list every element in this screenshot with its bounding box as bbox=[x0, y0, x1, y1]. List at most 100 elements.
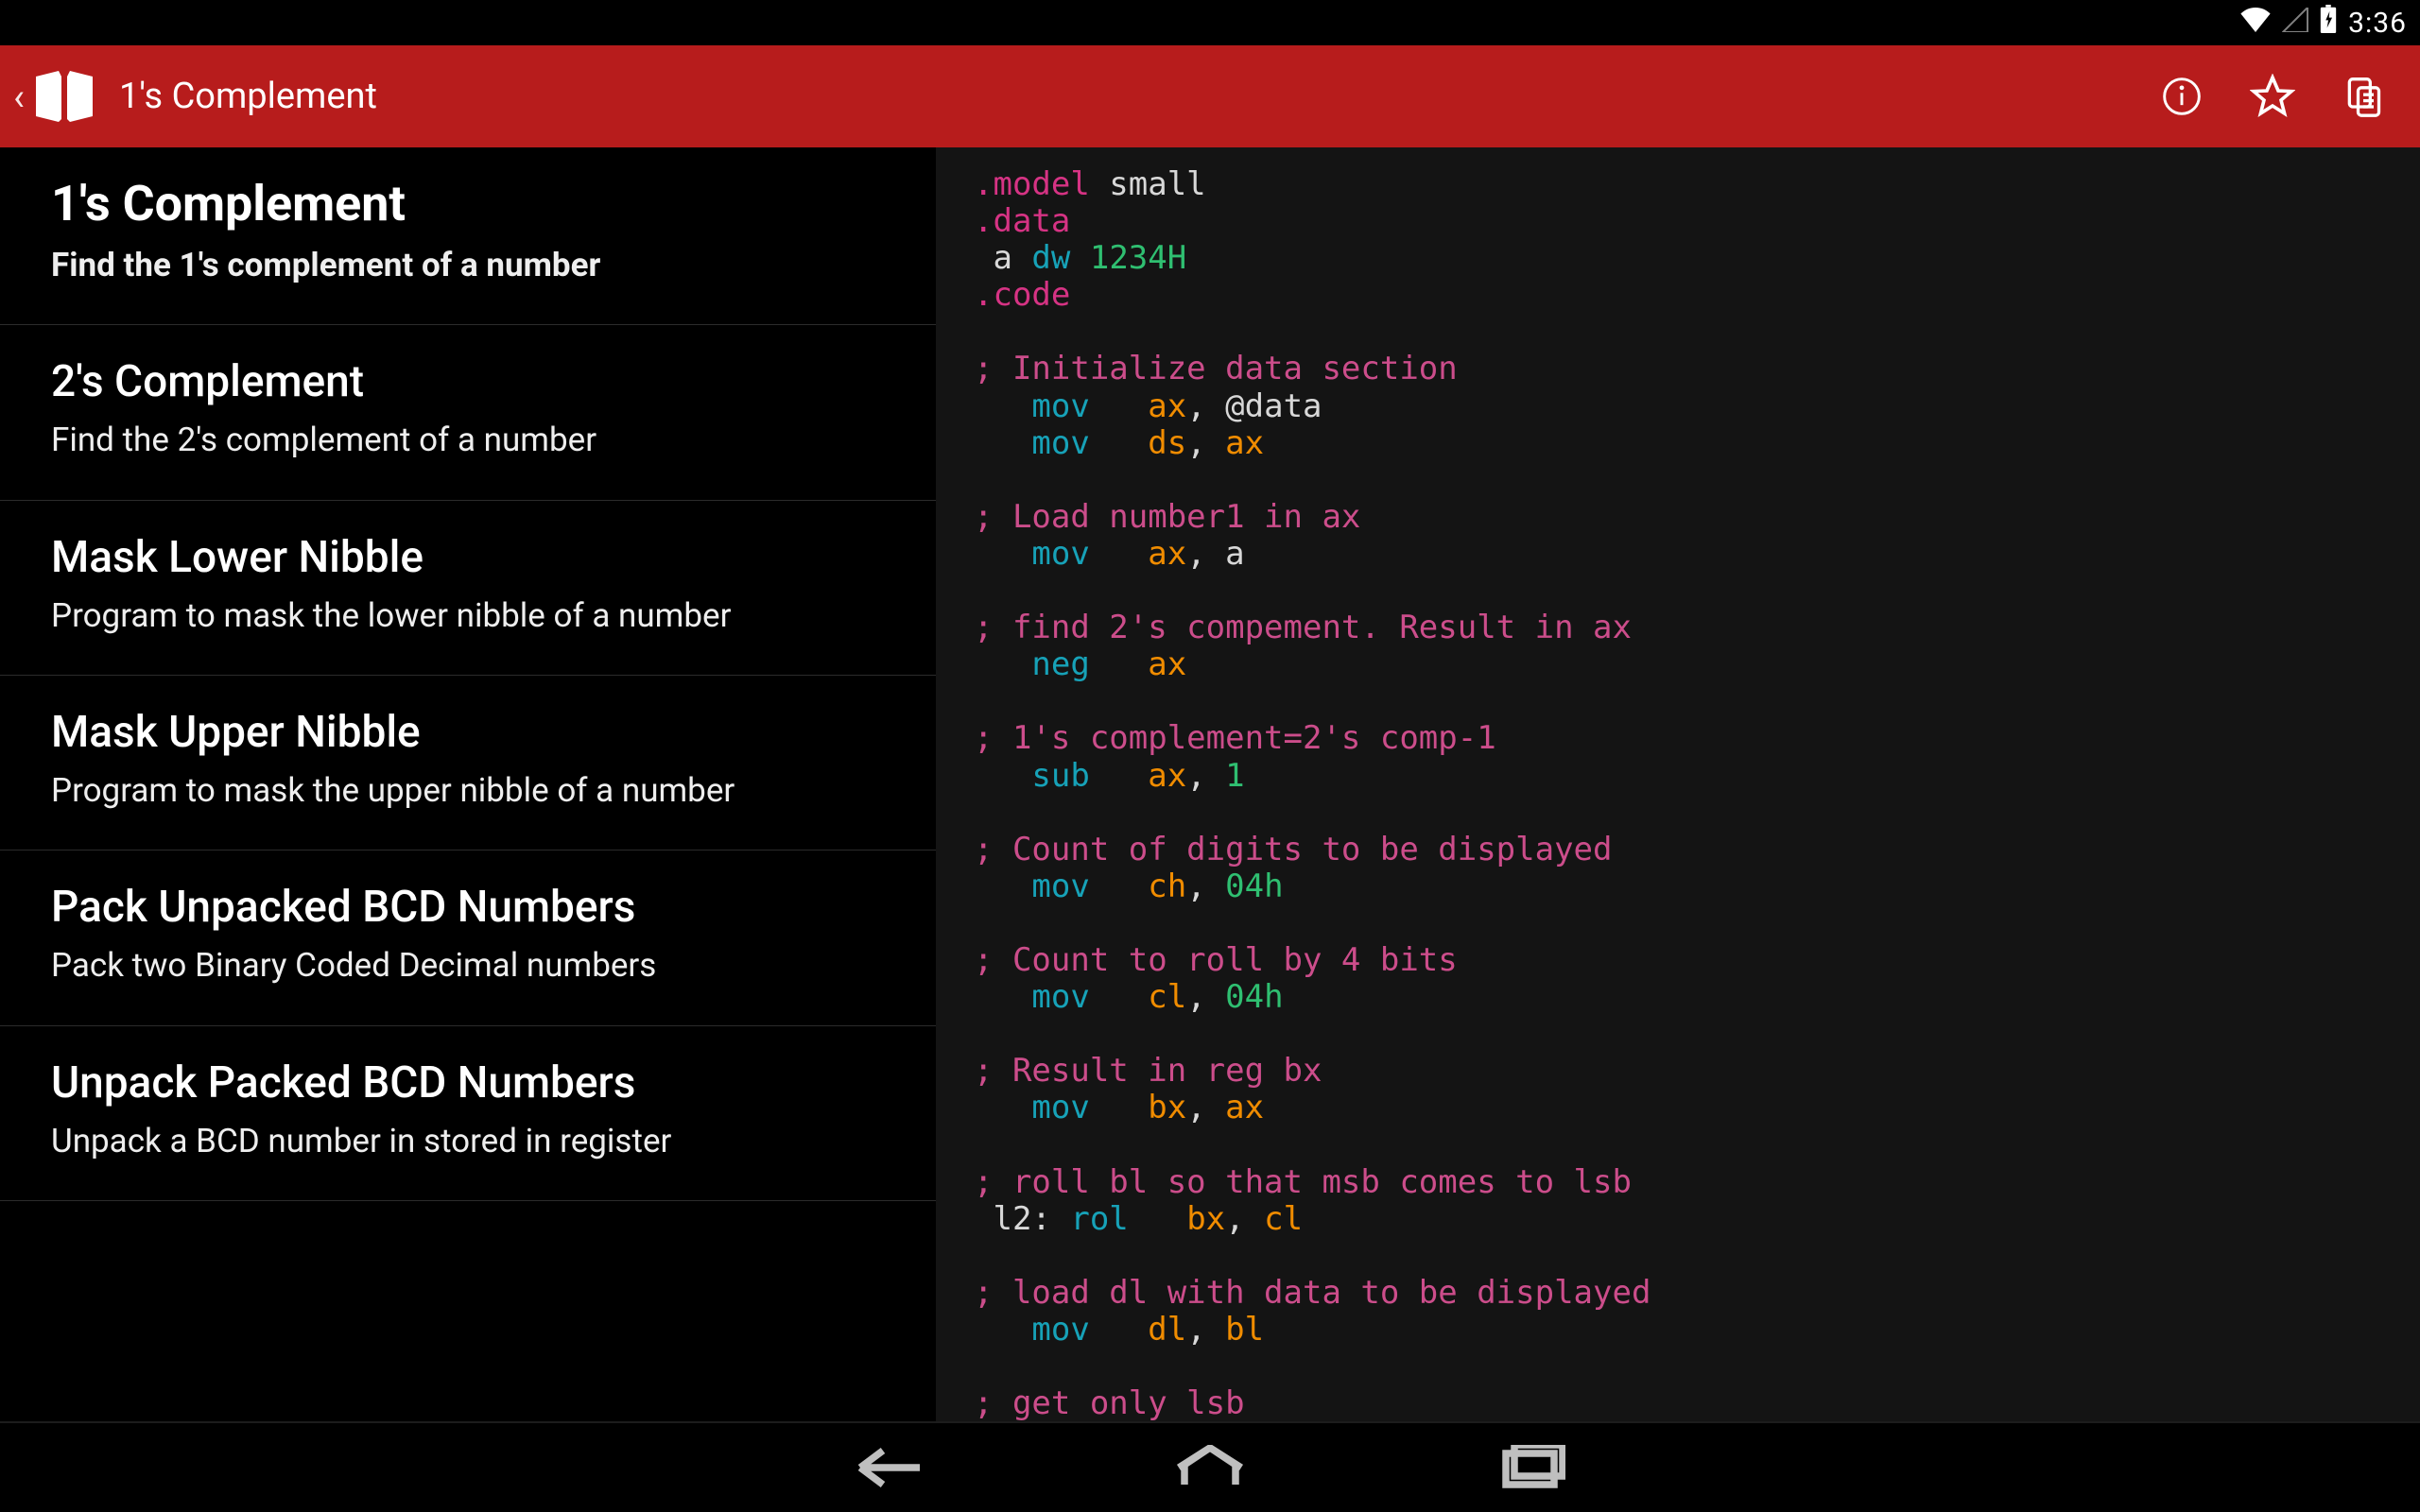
copy-button[interactable] bbox=[2329, 62, 2397, 130]
code-token: mov bbox=[1031, 978, 1089, 1016]
code-token: small bbox=[1090, 165, 1206, 203]
code-line: a dw 1234H bbox=[974, 240, 2382, 277]
code-token: dl bbox=[1148, 1311, 1186, 1349]
app-logo-icon[interactable] bbox=[30, 70, 98, 123]
android-nav-bar bbox=[0, 1421, 2420, 1512]
code-line: ; Load number1 in ax bbox=[974, 499, 2382, 536]
sidebar-item-subtitle: Unpack a BCD number in stored in registe… bbox=[51, 1120, 885, 1163]
sidebar-item[interactable]: Pack Unpacked BCD Numbers Pack two Binary… bbox=[0, 850, 936, 1025]
code-token: .model bbox=[974, 165, 1090, 203]
code-token: ax bbox=[1225, 1089, 1264, 1126]
code-token bbox=[974, 978, 1031, 1016]
code-token: ax bbox=[1148, 387, 1186, 425]
sidebar-item-subtitle: Find the 1's complement of a number bbox=[51, 244, 885, 287]
code-token bbox=[1090, 645, 1148, 683]
cell-signal-icon bbox=[2282, 7, 2308, 40]
code-token: , bbox=[1186, 978, 1225, 1016]
code-token: , bbox=[1186, 757, 1225, 795]
code-line: ; find 2's compement. Result in ax bbox=[974, 610, 2382, 646]
nav-back-button[interactable] bbox=[832, 1434, 945, 1502]
sidebar-item[interactable]: 2's Complement Find the 2's complement of… bbox=[0, 325, 936, 500]
code-line: ; get only lsb bbox=[974, 1385, 2382, 1421]
code-line bbox=[974, 1349, 2382, 1385]
code-line: mov ax, @data bbox=[974, 388, 2382, 425]
code-line bbox=[974, 314, 2382, 351]
code-token: , bbox=[1186, 1089, 1225, 1126]
code-line: .code bbox=[974, 277, 2382, 314]
code-line: l2: rol bx, cl bbox=[974, 1201, 2382, 1238]
code-line: mov dl, bl bbox=[974, 1312, 2382, 1349]
code-token bbox=[1090, 387, 1148, 425]
code-token: 04h bbox=[1225, 868, 1283, 905]
code-line: ; Initialize data section bbox=[974, 351, 2382, 387]
code-token bbox=[1090, 1089, 1148, 1126]
code-token: a bbox=[1225, 535, 1244, 573]
code-line bbox=[974, 573, 2382, 610]
info-button[interactable] bbox=[2148, 62, 2216, 130]
code-token: ax bbox=[1225, 424, 1264, 462]
code-token: , bbox=[1225, 1200, 1264, 1238]
code-line bbox=[974, 683, 2382, 720]
code-token: 04h bbox=[1225, 978, 1283, 1016]
code-line: ; Result in reg bx bbox=[974, 1053, 2382, 1090]
code-token: 1234H bbox=[1090, 239, 1186, 277]
sidebar-item-subtitle: Find the 2's complement of a number bbox=[51, 419, 885, 462]
code-token bbox=[1090, 424, 1148, 462]
app-bar: ‹ 1's Complement bbox=[0, 45, 2420, 147]
code-token: bx bbox=[1148, 1089, 1186, 1126]
sidebar-item-subtitle: Pack two Binary Coded Decimal numbers bbox=[51, 944, 885, 988]
code-token: .data bbox=[974, 202, 1070, 240]
code-line: ; Count to roll by 4 bits bbox=[974, 942, 2382, 979]
sidebar-item-title: 2's Complement bbox=[51, 357, 885, 407]
code-token bbox=[1090, 868, 1148, 905]
sidebar-item-title: Mask Upper Nibble bbox=[51, 708, 885, 758]
code-token: ; roll bl so that msb comes to lsb bbox=[974, 1163, 1632, 1201]
code-line: sub ax, 1 bbox=[974, 758, 2382, 795]
code-token: mov bbox=[1031, 535, 1089, 573]
code-token: neg bbox=[1031, 645, 1089, 683]
android-status-bar: 3:36 bbox=[0, 0, 2420, 45]
code-token: , bbox=[1186, 535, 1225, 573]
code-token bbox=[1090, 1311, 1148, 1349]
code-line bbox=[974, 905, 2382, 942]
favorite-button[interactable] bbox=[2238, 62, 2307, 130]
sidebar-item[interactable]: 1's ComplementFind the 1's complement of… bbox=[0, 147, 936, 325]
sidebar-item[interactable]: Mask Lower NibbleProgram to mask the low… bbox=[0, 501, 936, 676]
code-token: rol bbox=[1070, 1200, 1128, 1238]
nav-home-button[interactable] bbox=[1153, 1434, 1267, 1502]
code-token bbox=[1090, 978, 1148, 1016]
code-token bbox=[1090, 535, 1148, 573]
code-token: 1 bbox=[1225, 757, 1244, 795]
code-token bbox=[1129, 1200, 1186, 1238]
code-line: mov ax, a bbox=[974, 536, 2382, 573]
code-token bbox=[974, 868, 1031, 905]
program-list[interactable]: 1's ComplementFind the 1's complement of… bbox=[0, 147, 936, 1421]
sidebar-item-title: Mask Lower Nibble bbox=[51, 533, 885, 583]
sidebar-item[interactable]: Mask Upper NibbleProgram to mask the upp… bbox=[0, 676, 936, 850]
code-line bbox=[974, 795, 2382, 832]
code-token: ; Result in reg bx bbox=[974, 1052, 1322, 1090]
code-token: mov bbox=[1031, 1089, 1089, 1126]
code-token bbox=[974, 757, 1031, 795]
nav-recents-button[interactable] bbox=[1475, 1434, 1588, 1502]
code-token bbox=[974, 1089, 1031, 1126]
code-token: , bbox=[1186, 424, 1225, 462]
code-token: sub bbox=[1031, 757, 1089, 795]
sidebar-item[interactable]: Unpack Packed BCD NumbersUnpack a BCD nu… bbox=[0, 1026, 936, 1201]
sidebar-item-title: Pack Unpacked BCD Numbers bbox=[51, 883, 885, 933]
code-token: ; 1's complement=2's comp-1 bbox=[974, 719, 1496, 757]
code-token: l2: bbox=[974, 1200, 1070, 1238]
code-token: ax bbox=[1148, 757, 1186, 795]
code-token: mov bbox=[1031, 868, 1089, 905]
code-token: bx bbox=[1186, 1200, 1225, 1238]
code-token: cl bbox=[1264, 1200, 1303, 1238]
code-token: ds bbox=[1148, 424, 1186, 462]
code-viewer[interactable]: .model small .data a dw 1234H.code ; Init… bbox=[936, 147, 2420, 1421]
code-line bbox=[974, 462, 2382, 499]
code-token: ; find 2's compement. Result in ax bbox=[974, 609, 1632, 646]
code-token bbox=[1090, 757, 1148, 795]
code-token: ; load dl with data to be displayed bbox=[974, 1274, 1651, 1312]
code-token: , bbox=[1186, 868, 1225, 905]
code-line bbox=[974, 1016, 2382, 1053]
back-chevron-icon[interactable]: ‹ bbox=[11, 75, 30, 119]
